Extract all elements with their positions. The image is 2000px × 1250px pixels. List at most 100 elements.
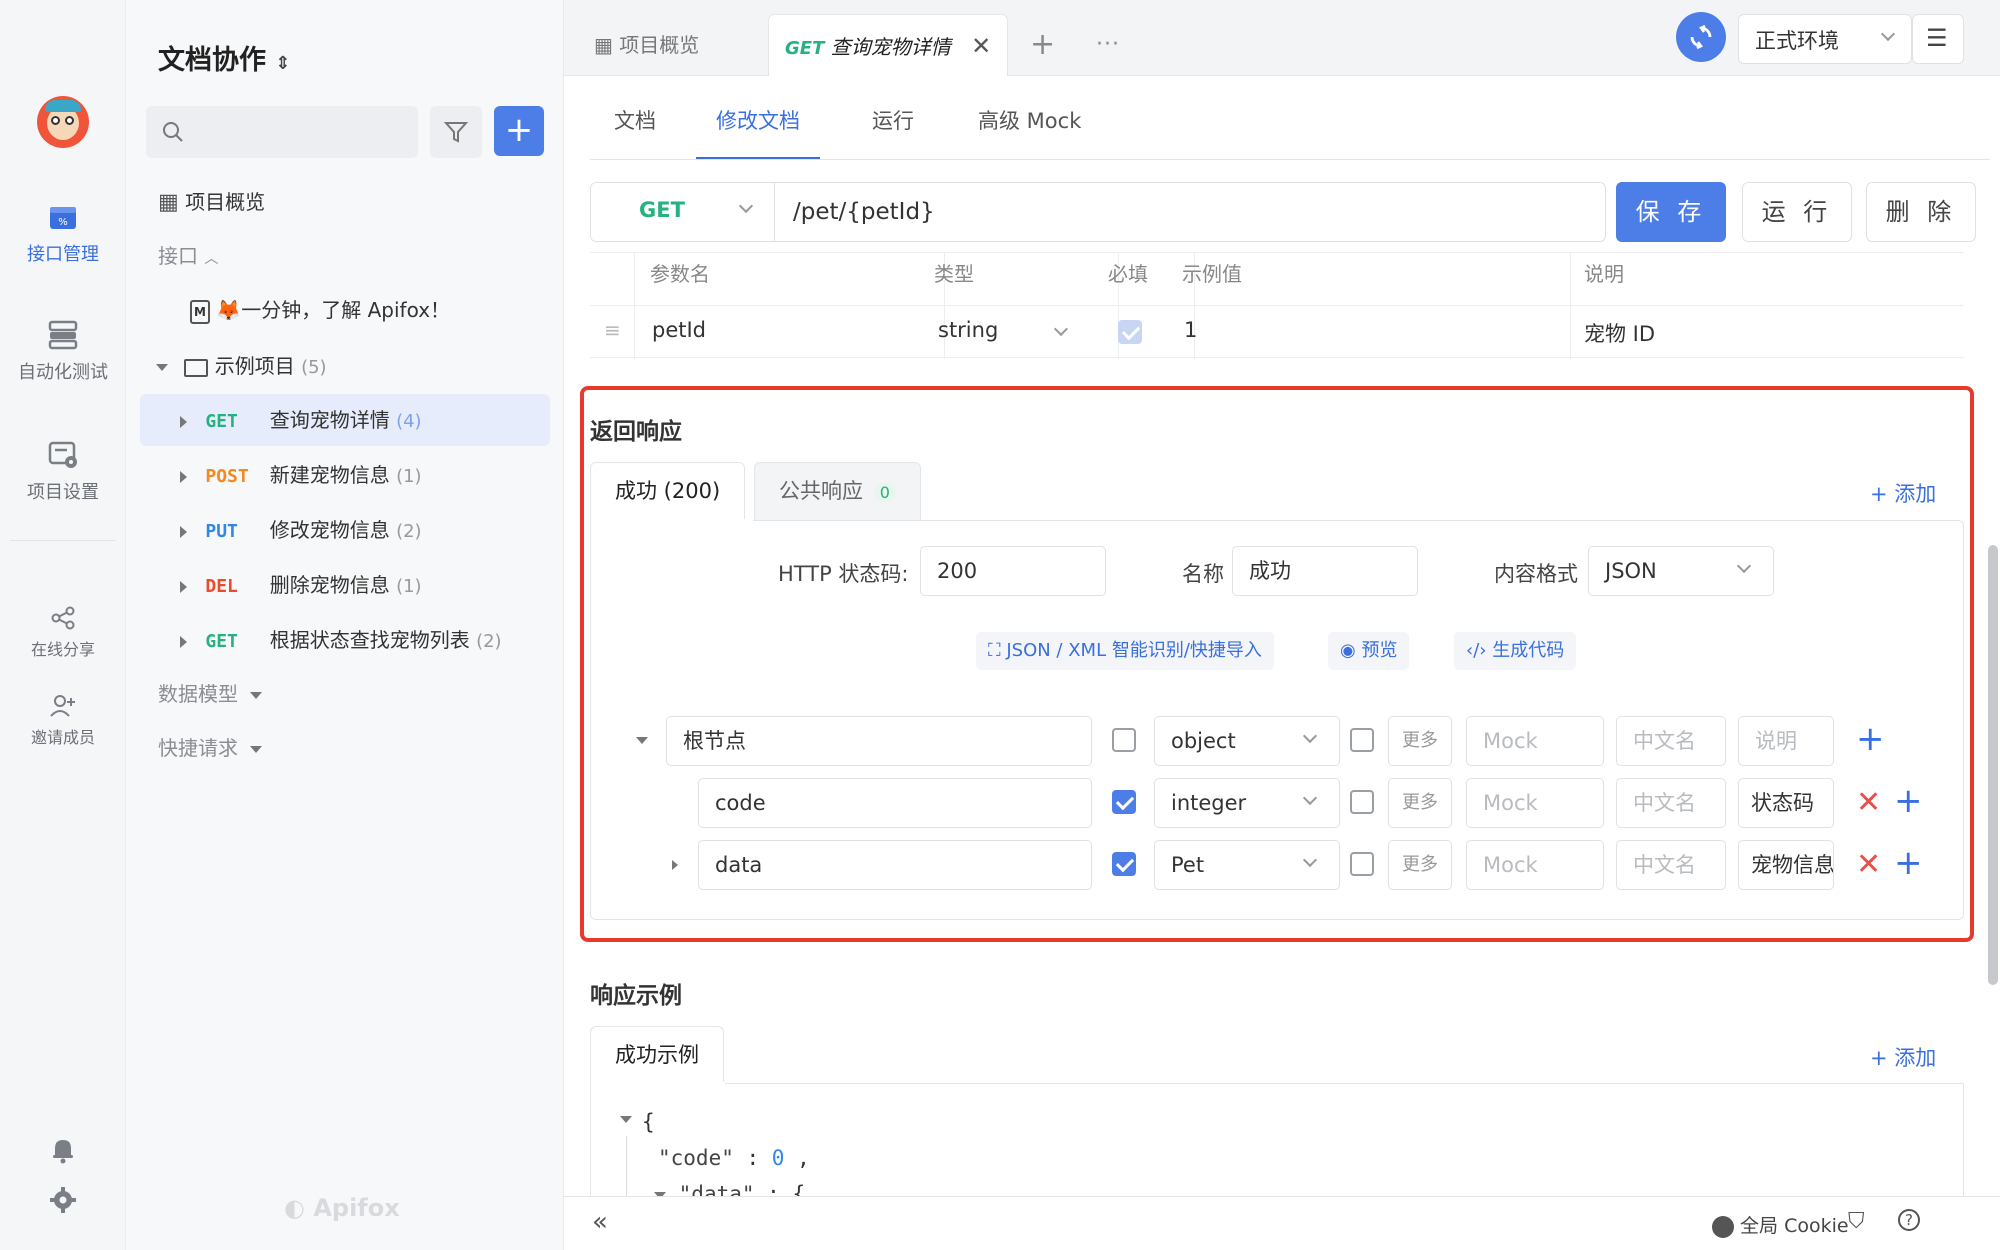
search-icon — [163, 122, 183, 142]
params-table — [590, 252, 1964, 359]
param-desc[interactable]: 宠物 ID — [1584, 318, 1655, 348]
environment-select[interactable]: 正式环境 — [1738, 14, 1912, 64]
sidebar-endpoint-del-pet[interactable]: DEL 删除宠物信息 (1) — [140, 559, 550, 611]
collapse-sidebar-icon[interactable]: « — [592, 1207, 608, 1237]
col-header-name: 参数名 — [650, 262, 710, 286]
filter-button[interactable] — [430, 106, 482, 158]
json-brace: { — [792, 1182, 806, 1196]
rail-item-invite[interactable]: 邀请成员 — [0, 694, 126, 748]
save-button[interactable]: 保 存 — [1616, 182, 1726, 242]
folder-label: 示例项目 — [214, 354, 295, 378]
method-select[interactable]: GET — [591, 183, 775, 241]
add-button[interactable]: + — [494, 106, 544, 156]
tab-project-overview[interactable]: ▦ 项目概览 — [594, 14, 699, 76]
menu-button[interactable]: ☰ — [1912, 14, 1964, 64]
sidebar-endpoint-post-pet[interactable]: POST 新建宠物信息 (1) — [140, 449, 550, 501]
param-required-checkbox[interactable] — [1118, 320, 1142, 344]
sidebar-section-quick-requests[interactable]: 快捷请求 — [140, 722, 550, 774]
rail-item-share[interactable]: 在线分享 — [0, 606, 126, 660]
chevron-down-icon — [250, 692, 263, 699]
markdown-icon: M — [190, 299, 210, 324]
example-code-line: "code" : 0 , — [658, 1146, 810, 1170]
sidebar-search-input[interactable] — [146, 106, 418, 158]
chevron-right-icon — [180, 415, 187, 428]
col-header-desc: 说明 — [1584, 262, 1624, 286]
nav-rail: % 接口管理 自动化测试 项目设置 在线分享 邀请成员 — [0, 0, 126, 1250]
more-tabs-icon[interactable]: ··· — [1096, 14, 1120, 76]
sidebar-item-label: 项目概览 — [185, 190, 266, 214]
tab-label: 查询宠物详情 — [830, 35, 951, 59]
param-example[interactable]: 1 — [1184, 318, 1197, 342]
help-icon[interactable]: ? — [1898, 1209, 1920, 1231]
method-value: GET — [639, 198, 685, 222]
chevron-down-icon — [1880, 26, 1896, 42]
project-switcher[interactable]: 文档协作 ⇕ — [158, 38, 291, 77]
sidebar-endpoint-get-pet[interactable]: GET 查询宠物详情 (4) — [140, 394, 550, 446]
endpoint-label: 修改宠物信息 — [269, 518, 390, 542]
rail-label: 接口管理 — [27, 244, 99, 265]
avatar[interactable] — [37, 96, 89, 148]
sidebar-folder-examples[interactable]: 示例项目 (5) — [140, 340, 550, 392]
json-key: "data" — [678, 1182, 755, 1196]
gear-icon[interactable] — [49, 1186, 77, 1214]
method-badge: DEL — [205, 576, 238, 597]
sidebar-item-overview[interactable]: ▦ 项目概览 — [140, 176, 550, 228]
sidebar-endpoint-put-pet[interactable]: PUT 修改宠物信息 (2) — [140, 504, 550, 556]
endpoint-count: (2) — [396, 521, 422, 542]
new-tab-button[interactable]: + — [1030, 14, 1055, 76]
subtab-edit-docs[interactable]: 修改文档 — [696, 100, 820, 160]
endpoint-label: 删除宠物信息 — [269, 573, 390, 597]
grid-icon: ▦ — [158, 190, 179, 215]
sync-icon — [1690, 24, 1712, 50]
settings-doc-icon — [48, 441, 77, 468]
example-section-title: 响应示例 — [590, 983, 682, 1009]
url-path-input[interactable] — [775, 183, 1605, 241]
method-badge: GET — [205, 631, 238, 652]
project-name: 文档协作 — [158, 45, 266, 76]
param-type[interactable]: string — [938, 318, 998, 342]
global-cookie-button[interactable]: 全局 Cookie — [1712, 1211, 1849, 1238]
rail-item-api-management[interactable]: % 接口管理 — [0, 202, 126, 266]
method-badge: PUT — [205, 521, 238, 542]
chevron-right-icon — [180, 525, 187, 538]
rail-label: 在线分享 — [30, 640, 95, 659]
run-button[interactable]: 运 行 — [1742, 182, 1852, 242]
api-folder-icon: % — [50, 207, 76, 229]
sidebar-section-models[interactable]: 数据模型 — [140, 668, 550, 720]
brand-name: Apifox — [313, 1194, 400, 1222]
sidebar-endpoint-find-by-status[interactable]: GET 根据状态查找宠物列表 (2) — [140, 614, 550, 666]
collapse-object-icon[interactable] — [620, 1116, 632, 1123]
delete-button[interactable]: 删 除 — [1866, 182, 1976, 242]
brand-logo-icon: ◐ — [284, 1194, 305, 1222]
rail-item-auto-test[interactable]: 自动化测试 — [0, 320, 126, 384]
bell-icon[interactable] — [49, 1136, 77, 1164]
chevron-right-icon — [180, 580, 187, 593]
subtab-run[interactable]: 运行 — [872, 100, 914, 160]
chevron-down-icon — [738, 198, 754, 214]
tab-get-pet-detail[interactable]: GET 查询宠物详情 ✕ — [768, 14, 1009, 76]
rail-item-project-settings[interactable]: 项目设置 — [0, 440, 126, 504]
sidebar-item-label: 🦊一分钟，了解 Apifox！ — [216, 298, 451, 322]
sidebar: 文档协作 ⇕ + ▦ 项目概览 接口 ︿ M 🦊一分钟，了解 Apifox！ 示… — [126, 0, 564, 1250]
subtab-advanced-mock[interactable]: 高级 Mock — [978, 100, 1081, 160]
main-scrollbar[interactable] — [1988, 545, 1998, 985]
sync-button[interactable] — [1676, 12, 1726, 62]
tab-success-example[interactable]: 成功示例 — [590, 1026, 724, 1084]
environment-value: 正式环境 — [1755, 29, 1839, 53]
drag-handle-icon[interactable]: ≡ — [604, 318, 621, 342]
test-stack-icon — [48, 320, 78, 350]
subtab-docs[interactable]: 文档 — [614, 100, 656, 160]
add-example-button[interactable]: + 添加 — [1870, 1042, 1936, 1072]
grid-icon: ▦ — [594, 33, 613, 57]
rail-label: 自动化测试 — [18, 362, 108, 383]
sidebar-item-intro-doc[interactable]: M 🦊一分钟，了解 Apifox！ — [140, 284, 550, 336]
sidebar-section-interfaces[interactable]: 接口 ︿ — [140, 230, 550, 282]
close-icon[interactable]: ✕ — [971, 32, 991, 60]
section-label: 接口 — [158, 244, 198, 268]
param-name[interactable]: petId — [652, 318, 706, 342]
rail-label: 项目设置 — [27, 482, 99, 503]
endpoint-count: (1) — [396, 466, 422, 487]
shirt-icon[interactable]: ⛉ — [1848, 1209, 1865, 1234]
example-code-line: "data" : { — [654, 1182, 805, 1196]
col-header-type: 类型 — [934, 262, 974, 286]
